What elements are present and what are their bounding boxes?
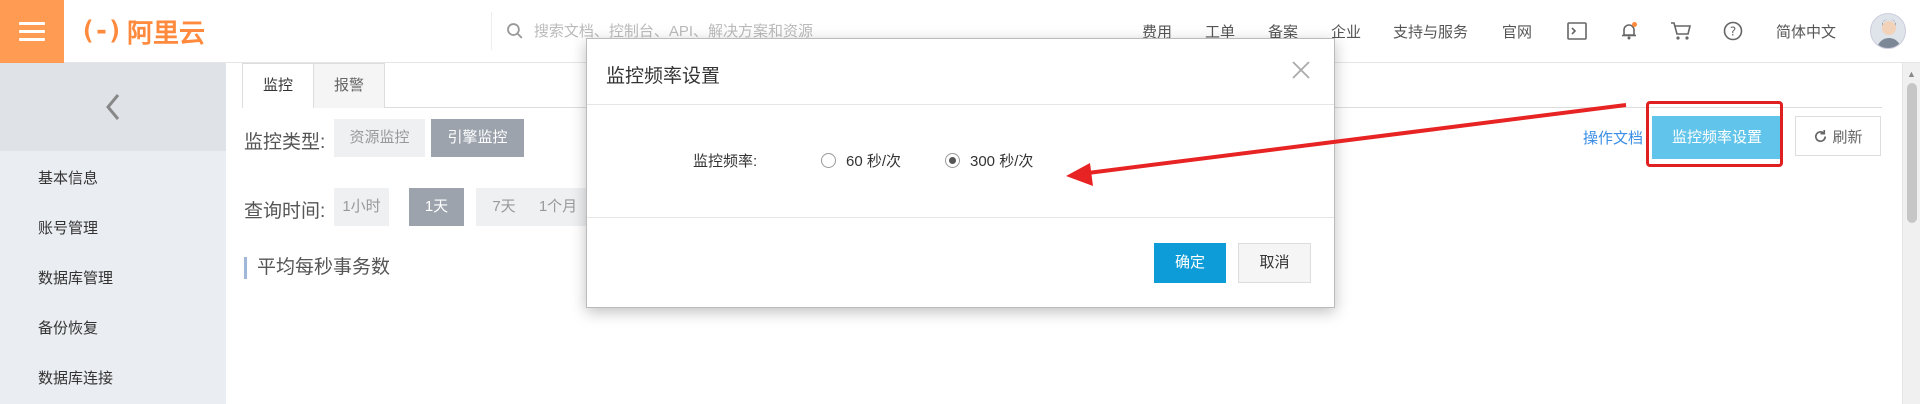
terminal-icon[interactable] [1566, 20, 1588, 42]
scroll-thumb[interactable] [1907, 83, 1917, 223]
option-300-label: 300 秒/次 [970, 153, 1034, 170]
annotation-highlight-box [1646, 101, 1783, 167]
dialog-title: 监控频率设置 [606, 66, 721, 87]
logo-mark: (-) [80, 16, 123, 46]
language-label[interactable]: 简体中文 [1776, 21, 1836, 42]
scroll-up-icon[interactable]: ▲ [1907, 69, 1916, 79]
nav-item-support[interactable]: 支持与服务 [1393, 21, 1468, 42]
search-icon [507, 23, 523, 39]
frequency-label: 监控频率: [693, 153, 758, 170]
section-title: 平均每秒事务数 [244, 257, 390, 279]
language-switch[interactable]: 简体中文 [1776, 0, 1836, 63]
tab-alarm[interactable]: 报警 [313, 63, 386, 108]
close-icon[interactable] [1286, 55, 1316, 85]
refresh-label: 刷新 [1832, 128, 1863, 146]
sidebar-item-databases[interactable]: 数据库管理 [38, 267, 113, 288]
confirm-button[interactable]: 确定 [1154, 243, 1226, 283]
time-range-1m[interactable]: 1个月 [530, 188, 586, 226]
menu-line [19, 38, 45, 41]
radio-300[interactable] [945, 153, 960, 168]
search-input[interactable] [533, 22, 831, 40]
hamburger-menu-button[interactable] [0, 0, 64, 63]
nav-website[interactable]: 官网 [1502, 0, 1532, 63]
avatar[interactable] [1870, 13, 1906, 49]
option-60-label: 60 秒/次 [846, 153, 902, 170]
sidebar: 基本信息 账号管理 数据库管理 备份恢复 数据库连接 [0, 63, 226, 404]
dialog-header: 监控频率设置 [587, 39, 1334, 105]
query-time-label: 查询时间: [244, 201, 326, 222]
refresh-button[interactable]: 刷新 [1795, 116, 1881, 156]
tab-monitor[interactable]: 监控 [242, 63, 314, 108]
menu-line [19, 30, 45, 33]
sidebar-item-backup[interactable]: 备份恢复 [38, 317, 98, 338]
nav-item-enterprise[interactable]: 企业 [1331, 21, 1361, 42]
nav-item-website[interactable]: 官网 [1502, 21, 1532, 42]
frequency-option-60[interactable]: 60 秒/次 [821, 150, 901, 171]
bell-icon[interactable] [1618, 20, 1640, 42]
sidebar-item-basic-info[interactable]: 基本信息 [38, 167, 98, 188]
refresh-icon [1815, 129, 1827, 142]
monitor-type-engine[interactable]: 引擎监控 [431, 119, 524, 157]
nav-enterprise[interactable]: 企业 [1331, 0, 1361, 63]
sidebar-item-accounts[interactable]: 账号管理 [38, 217, 98, 238]
monitor-frequency-dialog: 监控频率设置 监控频率: 60 秒/次 300 秒/次 确定 取消 [586, 38, 1335, 308]
time-range-1h[interactable]: 1小时 [334, 188, 389, 226]
sidebar-collapse-button[interactable] [0, 63, 226, 151]
chevron-left-icon [106, 94, 120, 120]
svg-text:?: ? [1730, 25, 1736, 39]
aliyun-logo[interactable]: (-) 阿里云 [80, 14, 205, 49]
cart-icon[interactable] [1670, 20, 1692, 42]
monitor-type-resource[interactable]: 资源监控 [334, 119, 425, 157]
radio-60[interactable] [821, 153, 836, 168]
dialog-body: 监控频率: 60 秒/次 300 秒/次 [587, 105, 1334, 218]
frequency-option-300[interactable]: 300 秒/次 [945, 150, 1033, 171]
time-range-1d[interactable]: 1天 [409, 188, 464, 226]
sidebar-item-connection[interactable]: 数据库连接 [38, 367, 113, 388]
operation-doc-link[interactable]: 操作文档 [1583, 127, 1643, 148]
page-scrollbar[interactable]: ▲ [1902, 63, 1920, 404]
menu-line [19, 22, 45, 25]
cancel-button[interactable]: 取消 [1238, 243, 1311, 283]
logo-text: 阿里云 [126, 18, 205, 49]
help-icon[interactable]: ? [1722, 20, 1744, 42]
nav-support[interactable]: 支持与服务 [1393, 0, 1468, 63]
time-range-7d[interactable]: 7天 [476, 188, 532, 226]
dialog-footer: 确定 取消 [587, 218, 1334, 308]
monitor-type-label: 监控类型: [244, 132, 326, 153]
